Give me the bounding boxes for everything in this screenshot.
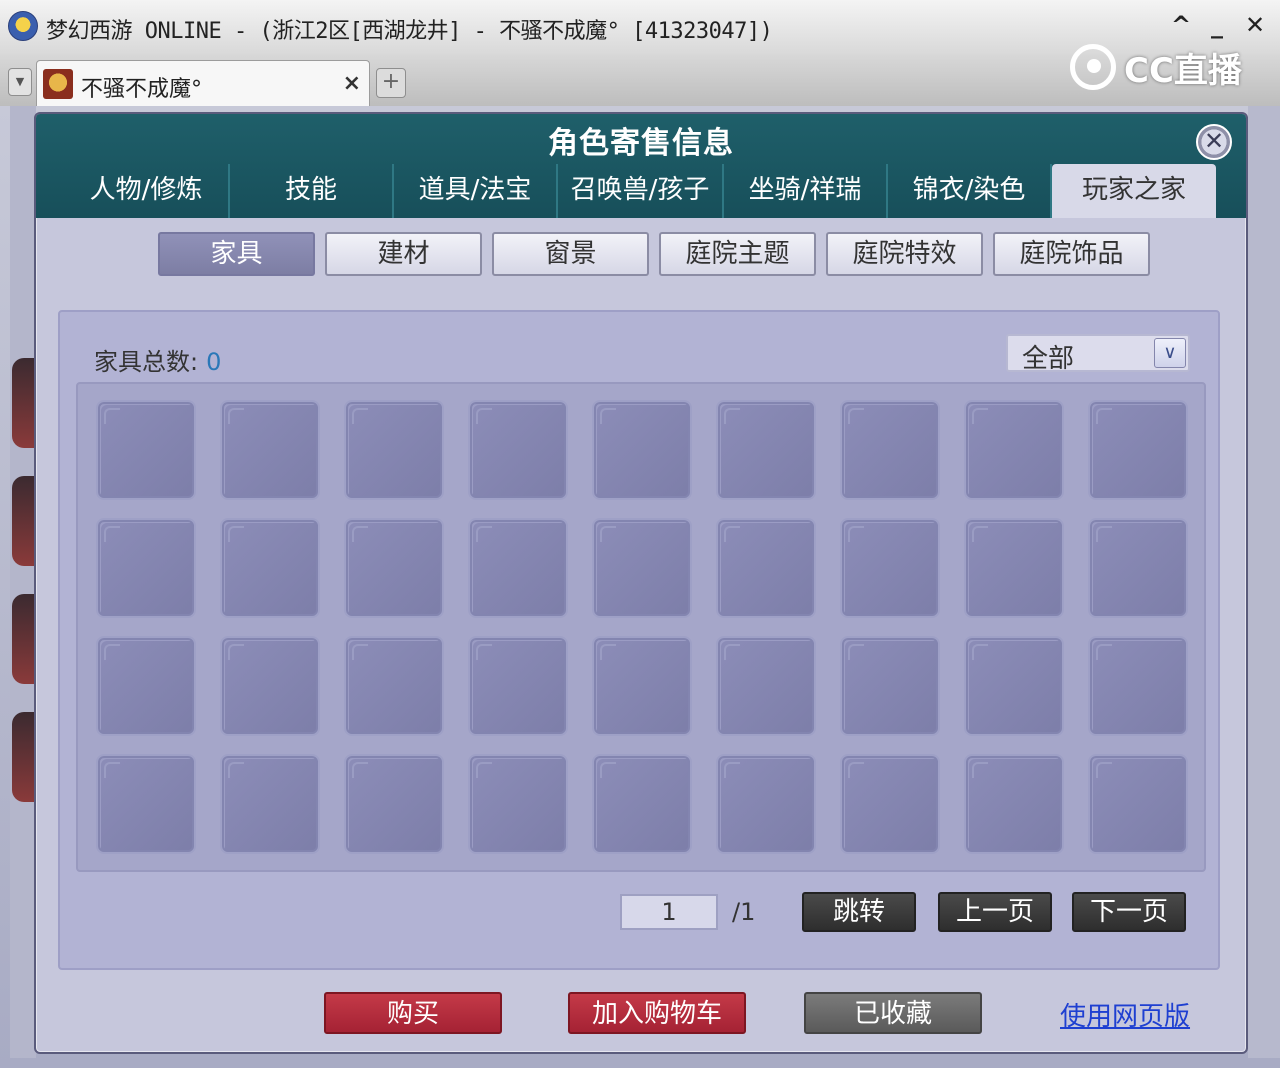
item-slot[interactable] <box>592 518 692 618</box>
item-slot[interactable] <box>96 754 196 854</box>
cc-live-watermark: CC直播 <box>1070 42 1242 92</box>
item-slot[interactable] <box>716 518 816 618</box>
prev-page-button[interactable]: 上一页 <box>938 892 1052 932</box>
item-slot[interactable] <box>1088 636 1188 736</box>
close-window-button[interactable]: ✕ <box>1240 8 1270 42</box>
chevron-down-icon[interactable]: ∨ <box>1154 338 1186 368</box>
dialog-close-icon[interactable]: ✕ <box>1196 124 1232 160</box>
item-slot[interactable] <box>1088 754 1188 854</box>
page-number-input[interactable]: 1 <box>620 894 718 930</box>
item-slot[interactable] <box>96 400 196 500</box>
character-portrait[interactable] <box>12 358 34 448</box>
item-slot[interactable] <box>840 636 940 736</box>
tab-title: 不骚不成魔° <box>81 77 203 102</box>
dialog-header: 角色寄售信息 ✕ 人物/修炼 技能 道具/法宝 召唤兽/孩子 坐骑/祥瑞 锦衣/… <box>36 114 1246 218</box>
tab-player-home[interactable]: 玩家之家 <box>1052 164 1216 218</box>
subtab-yard-decor[interactable]: 庭院饰品 <box>993 232 1150 276</box>
filter-selected-value: 全部 <box>1022 344 1075 374</box>
jump-button[interactable]: 跳转 <box>802 892 916 932</box>
tab-summons[interactable]: 召唤兽/孩子 <box>558 164 724 218</box>
furniture-count: 家具总数: 0 <box>94 342 221 377</box>
item-slot[interactable] <box>716 754 816 854</box>
tab-favicon-icon <box>43 69 73 99</box>
item-slot[interactable] <box>220 518 320 618</box>
furniture-count-value: 0 <box>206 348 222 376</box>
item-slot[interactable] <box>964 636 1064 736</box>
minimize-button[interactable]: _ <box>1202 8 1232 42</box>
game-window: 梦幻西游 ONLINE - (浙江2区[西湖龙井] - 不骚不成魔° [4132… <box>0 0 1280 1068</box>
item-slot[interactable] <box>840 754 940 854</box>
item-slot[interactable] <box>716 400 816 500</box>
tab-list-dropdown[interactable]: ▼ <box>8 68 32 96</box>
item-slot[interactable] <box>592 400 692 500</box>
dialog-title: 角色寄售信息 <box>548 126 734 161</box>
character-portrait[interactable] <box>12 594 34 684</box>
item-slot[interactable] <box>1088 518 1188 618</box>
brand-text: CC直播 <box>1124 50 1242 91</box>
subtab-furniture[interactable]: 家具 <box>158 232 315 276</box>
item-slot[interactable] <box>468 400 568 500</box>
item-slot[interactable] <box>220 636 320 736</box>
item-slot[interactable] <box>344 636 444 736</box>
next-page-button[interactable]: 下一页 <box>1072 892 1186 932</box>
tab-skills[interactable]: 技能 <box>230 164 394 218</box>
game-side-strip <box>10 106 36 1058</box>
item-slot[interactable] <box>592 754 692 854</box>
filter-dropdown[interactable]: 全部 ∨ <box>1006 334 1190 374</box>
tab-items[interactable]: 道具/法宝 <box>394 164 558 218</box>
item-slot[interactable] <box>344 518 444 618</box>
item-slot[interactable] <box>964 518 1064 618</box>
sub-tabs: 家具 建材 窗景 庭院主题 庭院特效 庭院饰品 <box>158 232 1150 276</box>
item-slot[interactable] <box>96 518 196 618</box>
subtab-materials[interactable]: 建材 <box>325 232 482 276</box>
item-slot-grid <box>96 400 1188 854</box>
item-slot[interactable] <box>964 400 1064 500</box>
app-logo-icon <box>8 11 38 41</box>
item-slot[interactable] <box>96 636 196 736</box>
favorited-button[interactable]: 已收藏 <box>804 992 982 1034</box>
window-title: 梦幻西游 ONLINE - (浙江2区[西湖龙井] - 不骚不成魔° [4132… <box>46 19 773 44</box>
item-slot[interactable] <box>468 636 568 736</box>
item-slot[interactable] <box>220 754 320 854</box>
cc-logo-icon <box>1070 44 1116 90</box>
item-slot[interactable] <box>344 400 444 500</box>
character-portrait[interactable] <box>12 712 34 802</box>
item-slot[interactable] <box>840 400 940 500</box>
item-grid-frame <box>76 382 1206 872</box>
restore-button[interactable]: ^ <box>1166 8 1196 42</box>
subtab-yard-theme[interactable]: 庭院主题 <box>659 232 816 276</box>
item-slot[interactable] <box>344 754 444 854</box>
new-tab-button[interactable]: + <box>376 68 406 98</box>
game-right-edge <box>1248 106 1280 1058</box>
item-slot[interactable] <box>716 636 816 736</box>
tab-outfits[interactable]: 锦衣/染色 <box>888 164 1052 218</box>
main-tabs: 人物/修炼 技能 道具/法宝 召唤兽/孩子 坐骑/祥瑞 锦衣/染色 玩家之家 <box>64 164 1216 218</box>
consignment-dialog: 角色寄售信息 ✕ 人物/修炼 技能 道具/法宝 召唤兽/孩子 坐骑/祥瑞 锦衣/… <box>34 112 1248 1054</box>
subtab-window-view[interactable]: 窗景 <box>492 232 649 276</box>
page-total: /1 <box>732 898 756 926</box>
browser-tab-active[interactable]: 不骚不成魔° × <box>36 60 370 106</box>
character-portrait[interactable] <box>12 476 34 566</box>
item-slot[interactable] <box>468 754 568 854</box>
item-slot[interactable] <box>1088 400 1188 500</box>
item-slot[interactable] <box>468 518 568 618</box>
item-slot[interactable] <box>840 518 940 618</box>
item-slot[interactable] <box>592 636 692 736</box>
add-to-cart-button[interactable]: 加入购物车 <box>568 992 746 1034</box>
buy-button[interactable]: 购买 <box>324 992 502 1034</box>
furniture-count-label: 家具总数: <box>94 348 199 376</box>
web-version-link[interactable]: 使用网页版 <box>1060 996 1190 1033</box>
item-slot[interactable] <box>220 400 320 500</box>
tab-character[interactable]: 人物/修炼 <box>64 164 230 218</box>
item-slot[interactable] <box>964 754 1064 854</box>
tab-mounts[interactable]: 坐骑/祥瑞 <box>724 164 888 218</box>
tab-close-icon[interactable]: × <box>343 71 361 96</box>
furniture-panel: 家具总数: 0 全部 ∨ 1 /1 跳转 上一页 下一页 <box>58 310 1220 970</box>
subtab-yard-effects[interactable]: 庭院特效 <box>826 232 983 276</box>
